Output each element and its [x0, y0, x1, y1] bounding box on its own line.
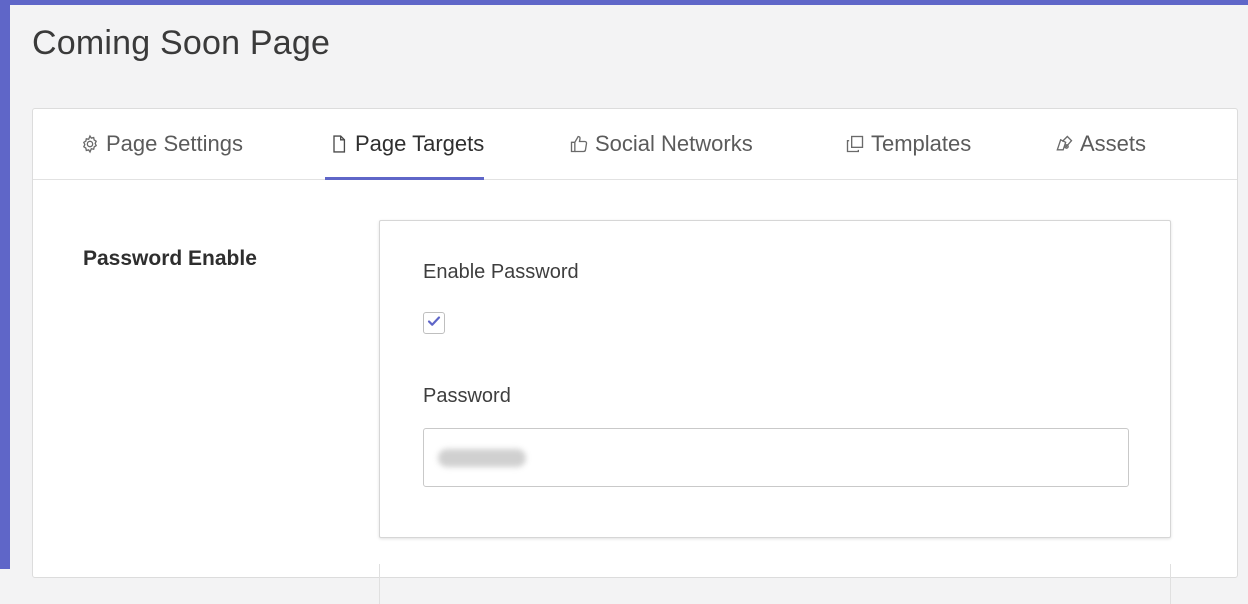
checkmark-icon — [426, 313, 442, 334]
enable-password-label: Enable Password — [423, 261, 579, 283]
redacted-password-value — [438, 449, 526, 467]
assets-icon — [1054, 134, 1074, 154]
tab-bar: Page Settings Page Targets Social Networ… — [33, 109, 1237, 180]
page-title: Coming Soon Page — [32, 24, 331, 62]
tab-social-networks[interactable]: Social Networks — [569, 109, 753, 179]
thumbs-up-icon — [569, 134, 589, 154]
active-tab-indicator — [325, 177, 485, 180]
password-label: Password — [423, 385, 511, 407]
tab-templates[interactable]: Templates — [845, 109, 971, 179]
gear-icon — [80, 134, 100, 154]
tab-label: Templates — [871, 131, 972, 156]
tab-label: Page Targets — [355, 131, 485, 156]
tab-assets[interactable]: Assets — [1054, 109, 1146, 179]
password-settings-box: Enable Password Password — [379, 220, 1171, 538]
tab-label: Social Networks — [595, 131, 753, 156]
password-section-label: Password Enable — [83, 247, 257, 270]
settings-card: Page Settings Page Targets Social Networ… — [32, 108, 1238, 604]
tab-label: Assets — [1080, 131, 1147, 156]
page-icon — [329, 134, 349, 154]
password-input[interactable] — [423, 428, 1129, 487]
copy-icon — [845, 134, 865, 154]
tab-label: Page Settings — [106, 131, 243, 156]
tab-page-targets[interactable]: Page Targets — [325, 109, 485, 180]
tab-page-settings[interactable]: Page Settings — [80, 109, 243, 179]
enable-password-checkbox[interactable] — [423, 312, 445, 334]
next-settings-box — [379, 564, 1171, 604]
